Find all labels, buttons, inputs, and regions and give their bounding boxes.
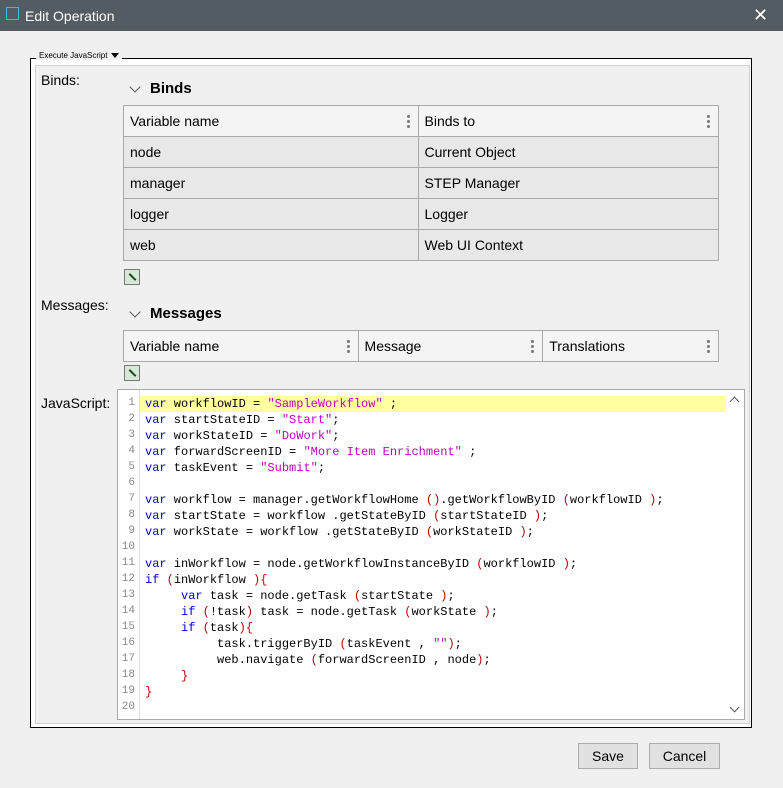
line-number: 5 [128, 461, 135, 473]
line-number: 17 [121, 653, 135, 665]
code-line[interactable]: var startState = workflow .getStateByID … [145, 508, 548, 524]
caret-down-icon [111, 53, 120, 59]
binds-label: Binds: [41, 72, 80, 88]
line-number: 7 [128, 493, 135, 505]
add-bind-button[interactable] [124, 269, 140, 285]
close-button[interactable]: ✕ [738, 0, 783, 31]
code-line[interactable]: if (task){ [145, 620, 253, 636]
table-row[interactable]: node Current Object [123, 136, 719, 168]
title-bar: Edit Operation ✕ [0, 0, 783, 31]
line-number: 11 [121, 557, 135, 569]
bind-target-cell[interactable]: Current Object [417, 136, 719, 168]
bind-variable-cell[interactable]: manager [123, 167, 419, 199]
binds-col-variable-name[interactable]: Variable name [123, 105, 419, 137]
code-line[interactable]: } [145, 668, 188, 684]
code-line[interactable]: var startStateID = "Start"; [145, 412, 339, 428]
column-menu-icon[interactable] [531, 340, 535, 355]
cancel-button[interactable]: Cancel [649, 743, 720, 769]
column-menu-icon[interactable] [346, 340, 350, 355]
line-number: 15 [121, 621, 135, 633]
table-row[interactable]: web Web UI Context [123, 229, 719, 261]
code-line[interactable]: var taskEvent = "Submit"; [145, 460, 325, 476]
code-line[interactable]: } [145, 684, 152, 700]
bind-variable-cell[interactable]: web [123, 229, 419, 261]
messages-table: Variable name Message Translations [123, 330, 719, 362]
line-number: 9 [128, 525, 135, 537]
code-line[interactable]: var workflowID = "SampleWorkflow" ; [145, 396, 397, 412]
line-number: 4 [128, 445, 135, 457]
code-line[interactable]: if (!task) task = node.getTask (workStat… [145, 604, 498, 620]
window-icon [6, 7, 19, 20]
column-menu-icon[interactable] [707, 115, 710, 130]
window-title: Edit Operation [25, 8, 115, 24]
line-number: 16 [121, 637, 135, 649]
code-line[interactable]: var task = node.getTask (startState ); [145, 588, 455, 604]
binds-heading[interactable]: Binds [150, 80, 192, 97]
line-number: 8 [128, 509, 135, 521]
javascript-label: JavaScript: [41, 395, 111, 411]
line-number: 3 [128, 429, 135, 441]
messages-heading[interactable]: Messages [150, 305, 222, 322]
column-menu-icon[interactable] [406, 115, 410, 130]
line-number: 13 [121, 589, 135, 601]
line-number: 18 [121, 669, 135, 681]
binds-table: Variable name Binds to node Current Obje… [123, 105, 719, 261]
line-number: 2 [128, 413, 135, 425]
group-legend-label: Execute JavaScript [39, 51, 108, 60]
save-button[interactable]: Save [578, 743, 638, 769]
messages-label: Messages: [41, 297, 109, 313]
code-line[interactable]: var forwardScreenID = "More Item Enrichm… [145, 444, 476, 460]
code-line[interactable]: var workStateID = "DoWork"; [145, 428, 339, 444]
scroll-down-icon[interactable] [729, 702, 740, 713]
line-number: 19 [121, 685, 135, 697]
binds-col-binds-to[interactable]: Binds to [417, 105, 719, 137]
messages-col-translations[interactable]: Translations [542, 330, 719, 362]
code-line[interactable]: web.navigate (forwardScreenID , node); [145, 652, 491, 668]
javascript-editor[interactable]: 1 var workflowID = "SampleWorkflow" ; 2 var… [117, 389, 745, 720]
line-number: 6 [128, 477, 135, 489]
bind-target-cell[interactable]: Logger [417, 198, 719, 230]
code-line[interactable]: if (inWorkflow ){ [145, 572, 267, 588]
bind-variable-cell[interactable]: node [123, 136, 419, 168]
group-legend[interactable]: Execute JavaScript [36, 51, 123, 60]
line-number: 1 [128, 397, 135, 409]
bind-target-cell[interactable]: STEP Manager [417, 167, 719, 199]
table-row[interactable]: logger Logger [123, 198, 719, 230]
code-line[interactable]: var inWorkflow = node.getWorkflowInstanc… [145, 556, 577, 572]
code-line[interactable]: var workState = workflow .getStateByID (… [145, 524, 534, 540]
messages-col-message[interactable]: Message [357, 330, 544, 362]
line-number: 14 [121, 605, 135, 617]
bind-variable-cell[interactable]: logger [123, 198, 419, 230]
line-number: 12 [121, 573, 135, 585]
vertical-scrollbar[interactable] [727, 390, 744, 719]
scroll-up-icon[interactable] [729, 396, 740, 407]
messages-col-variable-name[interactable]: Variable name [123, 330, 359, 362]
code-line[interactable]: var workflow = manager.getWorkflowHome (… [145, 492, 664, 508]
line-number: 10 [121, 541, 135, 553]
code-line[interactable]: task.triggerByID (taskEvent , ""); [145, 636, 462, 652]
table-row[interactable]: manager STEP Manager [123, 167, 719, 199]
line-number: 20 [121, 701, 135, 713]
bind-target-cell[interactable]: Web UI Context [417, 229, 719, 261]
add-message-button[interactable] [124, 365, 140, 381]
column-menu-icon[interactable] [707, 340, 710, 355]
